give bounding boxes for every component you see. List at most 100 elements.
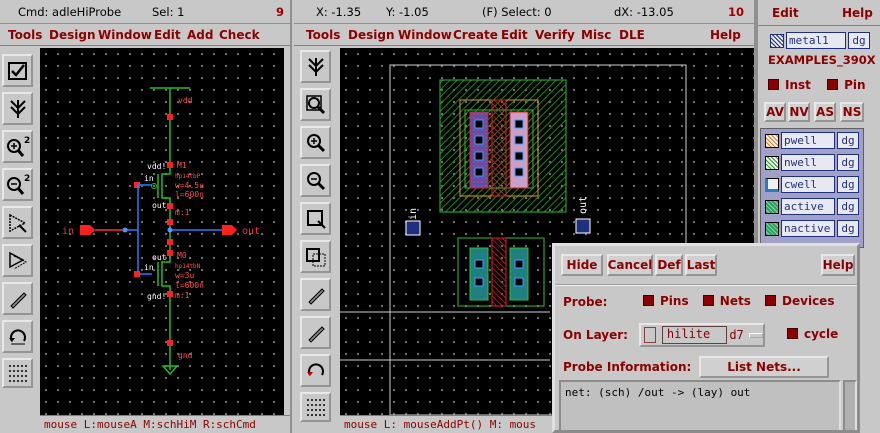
menu-edit[interactable]: Edit xyxy=(501,28,528,42)
as-button[interactable]: AS xyxy=(814,102,836,122)
menu-help[interactable]: Help xyxy=(710,28,741,42)
menu-edit[interactable]: Edit xyxy=(154,28,181,42)
sel-label: Sel: 1 xyxy=(152,5,185,19)
lsw-menu: Edit Help xyxy=(758,0,880,26)
on-layer-label: On Layer: xyxy=(563,328,628,342)
window-number: 9 xyxy=(276,5,285,19)
pencil-button[interactable] xyxy=(2,282,33,315)
menu-check[interactable]: Check xyxy=(219,28,260,42)
m0-m: m:1 xyxy=(175,291,190,300)
m1-m: m:1 xyxy=(175,208,190,217)
nactive-swatch xyxy=(765,221,779,236)
nets-label: Nets xyxy=(719,294,751,308)
menu-add[interactable]: Add xyxy=(187,28,213,42)
select-button[interactable] xyxy=(2,54,33,87)
menu-create[interactable]: Create xyxy=(453,28,498,42)
dropdown-handle[interactable] xyxy=(749,332,763,338)
pencil-icon xyxy=(9,291,27,309)
devices-checkbox[interactable] xyxy=(765,295,777,306)
layer-purpose: dg xyxy=(837,220,859,237)
probe-info-text: net: (sch) /out -> (lay) out xyxy=(565,386,751,399)
pencil-button[interactable] xyxy=(300,278,331,311)
layer-selector[interactable]: hilite d7 xyxy=(639,323,765,347)
lsw-edit-menu[interactable]: Edit xyxy=(772,6,799,20)
cmd-label: Cmd: adleHiProbe xyxy=(18,5,122,19)
zoom-in-icon: 2 xyxy=(6,136,30,157)
cancel-button[interactable]: Cancel xyxy=(607,254,653,276)
menu-verify[interactable]: Verify xyxy=(535,28,575,42)
copy-button[interactable] xyxy=(300,240,331,273)
layer-name-box: hilite xyxy=(661,326,728,344)
m1-d-label: vdd! xyxy=(147,162,166,171)
m0-model: hp14tbN xyxy=(175,263,201,270)
layout-toolbar xyxy=(294,48,338,433)
box-icon xyxy=(306,209,326,229)
zoom-out-button[interactable] xyxy=(300,164,331,197)
menu-dle[interactable]: DLE xyxy=(619,28,645,42)
current-layer-swatch xyxy=(770,34,784,48)
current-layer-name: metal1 xyxy=(786,32,846,49)
menu-design[interactable]: Design xyxy=(348,28,395,42)
menu-bar: Tools Design Window Edit Add Check xyxy=(0,24,290,46)
stretch-button[interactable] xyxy=(2,92,33,125)
stretch-icon xyxy=(9,99,26,118)
current-layer[interactable]: metal1 dg xyxy=(770,32,870,50)
schematic-canvas[interactable]: vdd vdd! M1 hp14tbP w=4.5u l=600n m:1 in… xyxy=(40,48,284,415)
menu-misc[interactable]: Misc xyxy=(581,28,611,42)
probe-dialog: Hide Cancel Def Last Help Probe: Pins Ne… xyxy=(552,243,860,433)
menu-window[interactable]: Window xyxy=(398,28,452,42)
zoom-fit-button[interactable] xyxy=(300,88,331,121)
svg-text:2: 2 xyxy=(24,174,30,184)
m1-l: l=600n xyxy=(175,190,204,199)
zoom-out-button[interactable]: 2 xyxy=(2,168,33,201)
zoom-in-button[interactable] xyxy=(300,126,331,159)
undo-button[interactable] xyxy=(300,354,331,387)
hide-button[interactable]: Hide xyxy=(561,254,603,276)
undo-button[interactable] xyxy=(2,320,33,353)
info-scrollbar[interactable] xyxy=(843,380,857,430)
grid-icon xyxy=(8,365,27,382)
layer-row-nactive[interactable]: nactive dg xyxy=(765,219,859,238)
zoom-in-button[interactable]: 2 xyxy=(2,130,33,163)
x-coord: X: -1.35 xyxy=(316,5,362,19)
layer-row-nwell[interactable]: nwell dg xyxy=(765,153,859,172)
grid-button[interactable] xyxy=(300,392,331,422)
schematic-prompt: mouse L:mouseA M:schHiM R:schCmd xyxy=(40,415,290,433)
layer-name: cwell xyxy=(781,176,835,193)
av-button[interactable]: AV xyxy=(764,102,786,122)
menu-tools[interactable]: Tools xyxy=(8,28,42,42)
layer-row-pwell[interactable]: pwell dg xyxy=(765,131,859,150)
copy-button[interactable] xyxy=(2,244,33,277)
m1-g-label: in xyxy=(144,174,154,183)
menu-tools[interactable]: Tools xyxy=(306,28,340,42)
list-nets-button[interactable]: List Nets... xyxy=(699,356,829,378)
last-button[interactable]: Last xyxy=(685,254,717,276)
schematic-toolbar: 2 2 xyxy=(0,48,38,433)
move-button[interactable] xyxy=(2,206,33,239)
box-button[interactable] xyxy=(300,202,331,235)
stretch-icon xyxy=(307,57,324,76)
cycle-label: cycle xyxy=(804,327,839,341)
nets-checkbox[interactable] xyxy=(702,295,714,306)
m0-w: w=3u xyxy=(175,271,194,280)
menu-design[interactable]: Design xyxy=(49,28,96,42)
stretch-button[interactable] xyxy=(300,50,331,83)
grid-button[interactable] xyxy=(2,358,33,388)
probe-info-area[interactable]: net: (sch) /out -> (lay) out xyxy=(559,380,841,430)
ns-button[interactable]: NS xyxy=(840,102,864,122)
nv-button[interactable]: NV xyxy=(788,102,810,122)
layer-row-cwell[interactable]: cwell dg xyxy=(765,175,859,194)
help-button[interactable]: Help xyxy=(821,254,855,276)
layer-row-active[interactable]: active dg xyxy=(765,197,859,216)
m0-d-label: out xyxy=(152,253,167,262)
inst-checkbox[interactable] xyxy=(768,79,779,90)
cycle-checkbox[interactable] xyxy=(787,328,798,339)
lsw-help-menu[interactable]: Help xyxy=(842,6,873,20)
pins-checkbox[interactable] xyxy=(643,295,654,306)
select-mode: (F) Select: 0 xyxy=(482,5,552,19)
pin-checkbox[interactable] xyxy=(827,79,839,90)
def-button[interactable]: Def xyxy=(655,254,683,276)
path-button[interactable] xyxy=(300,316,331,349)
cycle-option: cycle xyxy=(787,327,838,341)
menu-window[interactable]: Window xyxy=(98,28,152,42)
